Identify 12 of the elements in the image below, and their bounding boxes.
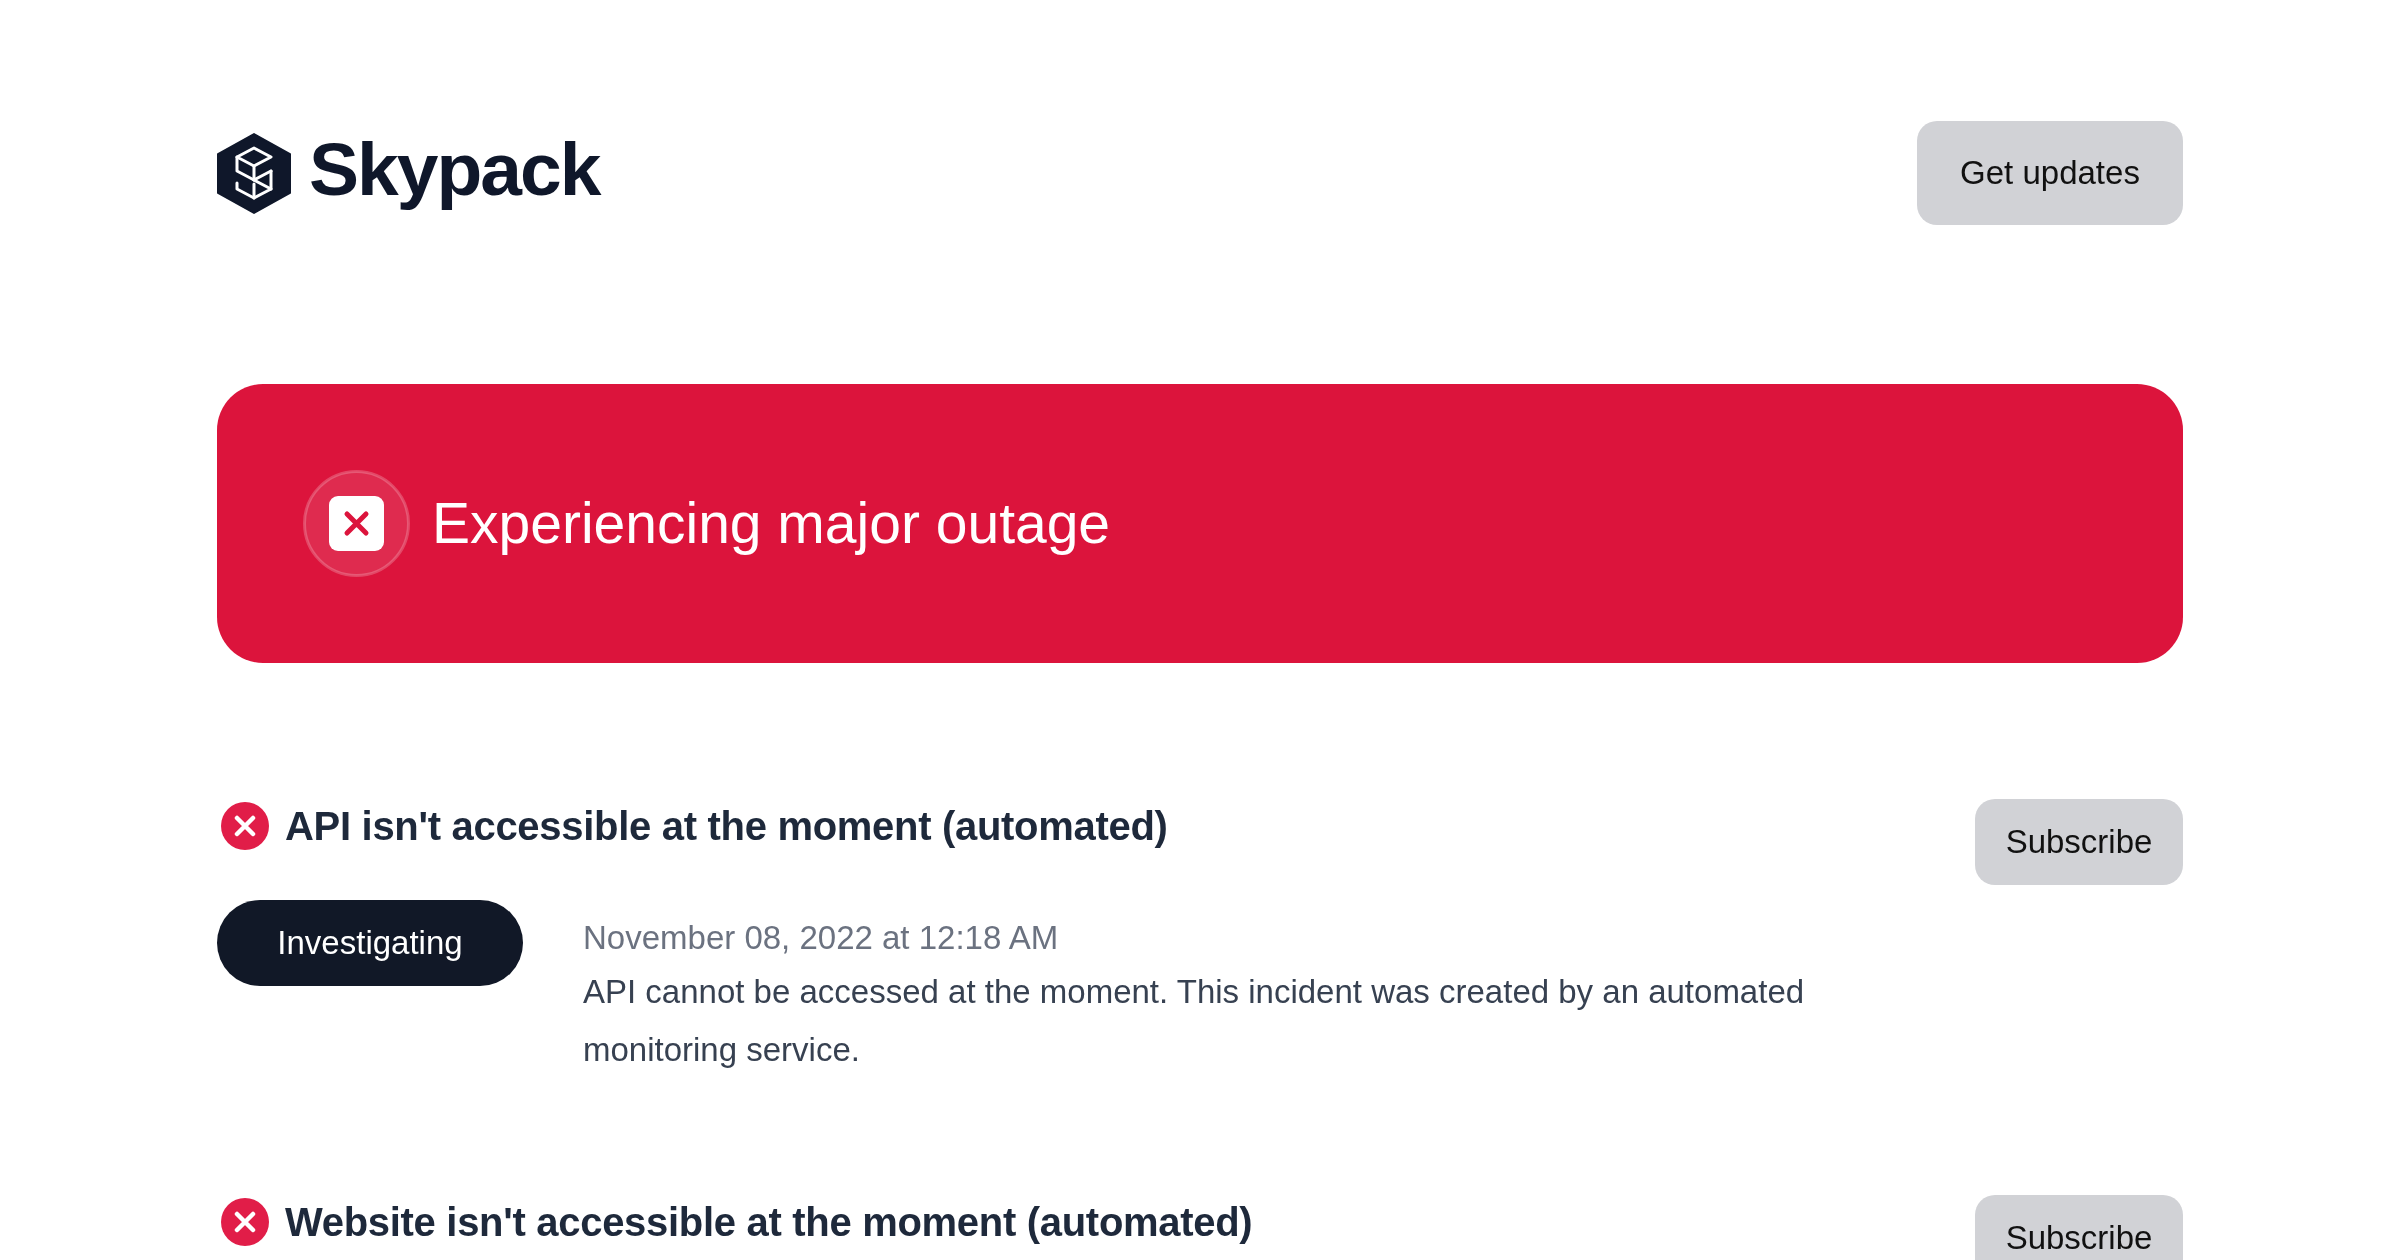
get-updates-button[interactable]: Get updates: [1917, 121, 2183, 225]
error-icon: [221, 1198, 269, 1246]
incident-message: API cannot be accessed at the moment. This incident was created by an automated monitoring service.: [583, 972, 1806, 1070]
subscribe-button[interactable]: Subscribe: [1975, 799, 2183, 885]
incident-title: API isn't accessible at the moment (automated): [285, 803, 1168, 849]
subscribe-button[interactable]: Subscribe: [1975, 1195, 2183, 1260]
incident-date: November 08, 2022 at 12:18 AM: [583, 918, 1060, 958]
error-icon: [221, 802, 269, 850]
incident-title: Website isn't accessible at the moment (automated): [285, 1199, 1253, 1245]
banner-message: Experiencing major outage: [432, 490, 1111, 558]
status-badge: Investigating: [217, 900, 523, 986]
hexagon-logo-icon: [217, 132, 291, 214]
